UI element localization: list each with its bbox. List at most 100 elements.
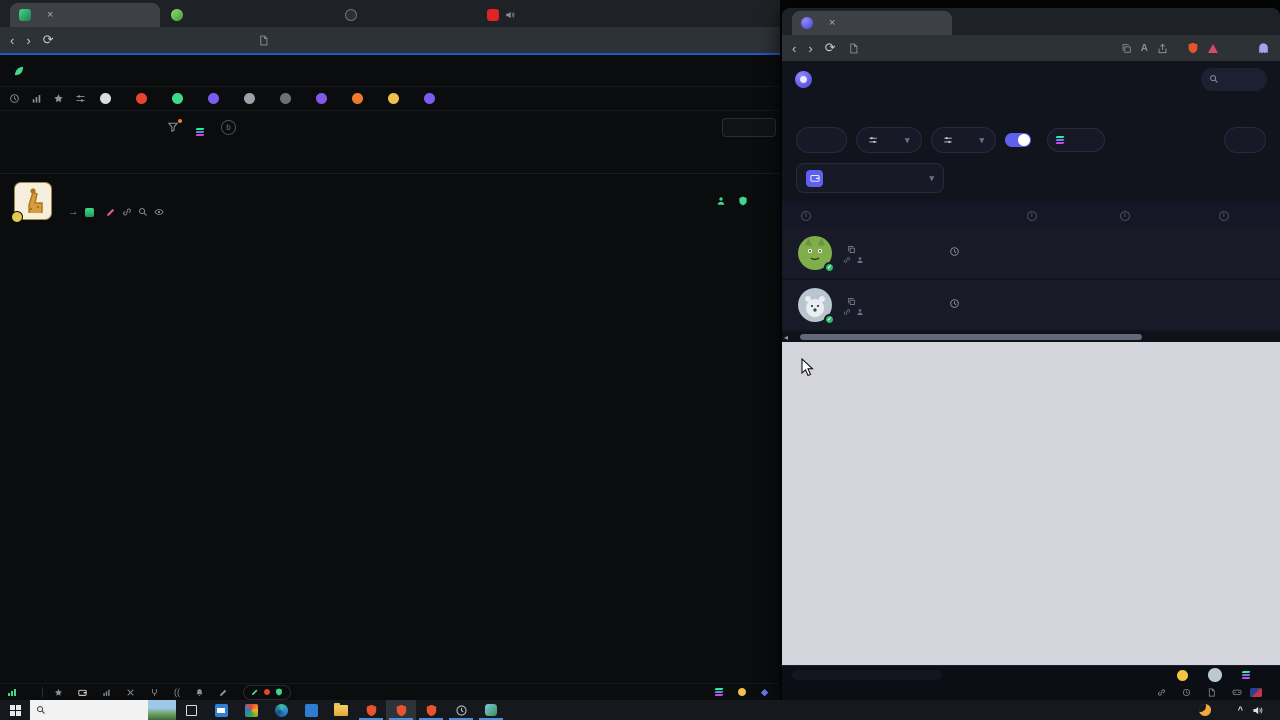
dexes-button[interactable]: ▾ [930,127,997,153]
status-link-news[interactable] [219,688,232,697]
scroll-left-icon[interactable]: ◂ [784,333,788,342]
forward-button[interactable]: › [26,33,30,48]
volume-icon[interactable] [1252,705,1263,716]
office-app-icon[interactable] [236,700,266,720]
photon-logo-icon[interactable] [795,70,812,88]
alerts-extension-icon[interactable] [1208,43,1218,53]
brave-browser-icon-active[interactable] [386,700,416,720]
edge-browser-icon[interactable] [266,700,296,720]
quick-buy-amount-input[interactable] [1047,128,1106,152]
history-icon[interactable] [9,93,20,104]
search-input[interactable] [722,117,776,137]
ticker-item[interactable] [244,93,265,104]
link-icon[interactable] [122,207,132,217]
quick-buy-toggle[interactable] [1005,133,1032,147]
ticker-controls [9,93,86,104]
ticker-item[interactable] [424,93,445,104]
pin-icon[interactable] [856,308,864,316]
tab-ganancia[interactable] [162,3,334,27]
brave-browser-icon[interactable] [356,700,386,720]
ticker-item[interactable] [388,93,409,104]
reload-button[interactable]: ⟳ [43,32,54,48]
close-tab-icon[interactable]: × [829,17,835,29]
tray-expand-icon[interactable]: ^ [1238,705,1243,715]
status-link-watchlist[interactable] [54,688,67,697]
wallet-selector[interactable]: ▾ [796,163,944,193]
refresh-icon[interactable] [843,308,851,316]
edit-pencil-icon[interactable] [106,207,116,217]
filter-button[interactable]: ▾ [856,127,922,153]
settings-gear-icon[interactable] [75,93,86,104]
ticker-item[interactable] [172,93,193,104]
discord-icon[interactable] [1232,687,1242,697]
back-button[interactable]: ‹ [10,33,14,48]
translate-icon[interactable]: A [1141,43,1148,54]
scrollbar-thumb[interactable] [800,334,1143,340]
bookmark-icon[interactable] [258,35,269,46]
status-link-alpha[interactable]: (( [174,687,184,697]
table-row[interactable]: → [0,174,780,228]
calendar-app-icon[interactable] [296,700,326,720]
search-icon [36,705,46,715]
status-link-alerts[interactable] [195,688,208,697]
padre-brand[interactable] [13,65,31,77]
ticker-item[interactable] [316,93,337,104]
table-row-bear[interactable]: ✓ [782,280,1280,332]
photon-favicon [801,17,813,29]
file-explorer-icon[interactable] [326,700,356,720]
watchers-eye-icon[interactable] [154,207,164,217]
tab-padre-terminal[interactable]: × [10,3,160,27]
copy-icon[interactable] [1121,43,1132,54]
weather-moon-icon [1198,704,1211,716]
start-button[interactable] [0,700,30,720]
status-link-pnl[interactable] [102,688,115,697]
search-input[interactable] [1201,67,1267,91]
status-link-trenches[interactable] [150,688,163,697]
phantom-wallet-icon[interactable] [1257,42,1270,55]
pair-cell: → [11,182,456,223]
pair-text [843,243,864,264]
bookmark-icon[interactable] [848,43,859,54]
pinned-app-icon[interactable] [476,700,506,720]
copy-address-icon[interactable] [847,245,856,254]
sort-icon[interactable] [195,118,205,136]
token-avatar: ✓ [797,235,835,273]
chart-icon[interactable] [31,93,42,104]
task-view-button[interactable] [176,700,206,720]
ticker-item[interactable] [136,93,157,104]
clock-app-icon[interactable] [446,700,476,720]
back-button[interactable]: ‹ [792,41,796,56]
search-token-icon[interactable] [138,207,148,217]
brave-browser-icon[interactable] [416,700,446,720]
reload-button[interactable]: ⟳ [825,40,836,56]
ticker-item[interactable] [208,93,229,104]
forward-button[interactable]: › [808,41,812,56]
preset-pill [1224,127,1266,153]
token-icon [172,93,183,104]
ticker-item[interactable] [280,93,301,104]
token-icon [388,93,399,104]
filter-funnel-icon[interactable] [167,119,182,133]
mkt-cap-cell [1215,252,1265,254]
quick-settings-pill[interactable] [243,684,291,700]
tab-photon[interactable]: × [792,11,952,35]
ticker-item[interactable] [352,93,373,104]
horizontal-scrollbar[interactable]: ◂ [782,332,1280,342]
status-link-wallets[interactable] [78,688,91,697]
pin-icon[interactable] [856,256,864,264]
close-tab-icon[interactable]: × [47,9,53,21]
star-icon[interactable] [53,93,64,104]
tab-calculadora[interactable] [336,3,476,27]
brave-shield-icon[interactable] [1187,42,1199,54]
share-icon[interactable] [1157,43,1168,54]
page-subtitle [782,115,1280,125]
mail-app-icon[interactable] [206,700,236,720]
refresh-icon[interactable] [843,256,851,264]
table-row-catpe[interactable]: ✓ [782,228,1280,280]
docs-icon[interactable] [1207,688,1216,697]
tab-youtube[interactable] [478,3,646,27]
status-link-feed[interactable] [126,688,139,697]
copy-address-icon[interactable] [847,297,856,306]
taskbar-search-input[interactable] [30,700,176,720]
ticker-item[interactable] [100,93,121,104]
